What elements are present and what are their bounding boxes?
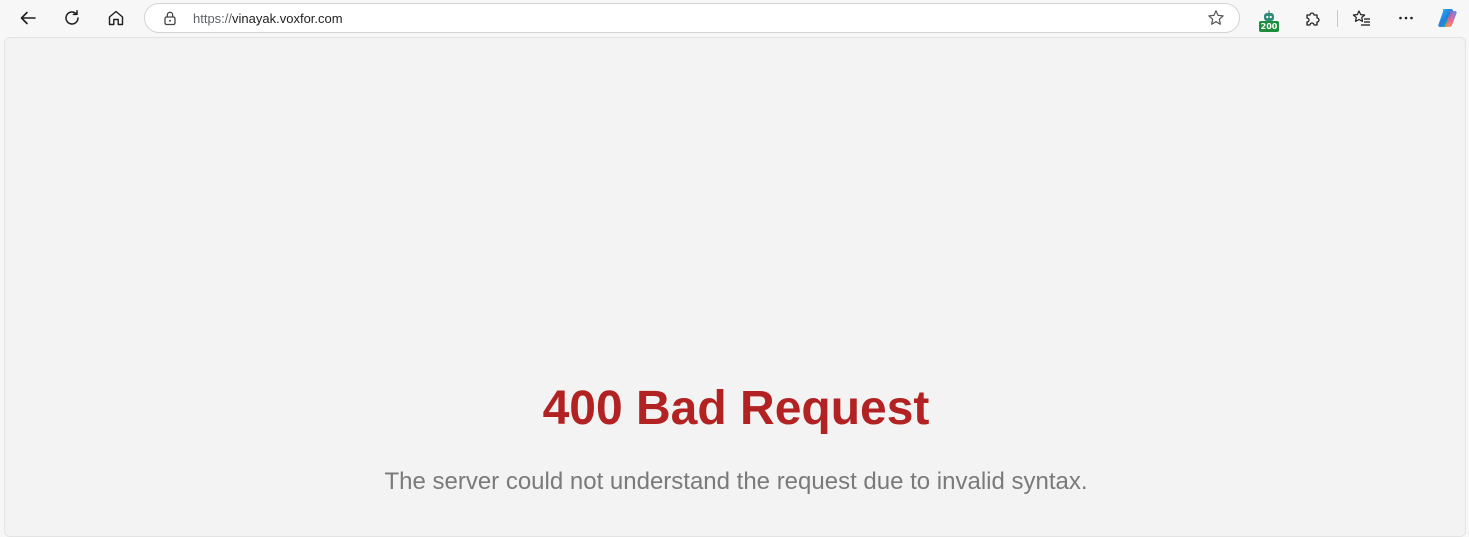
refresh-button[interactable] (57, 3, 87, 33)
favorites-list-icon (1352, 9, 1372, 27)
url-text[interactable]: https://vinayak.voxfor.com (193, 11, 343, 26)
error-title: 400 Bad Request (542, 382, 930, 435)
extensions-button[interactable] (1298, 3, 1328, 33)
browser-toolbar: https://vinayak.voxfor.com 200 (0, 0, 1469, 37)
url-protocol: https:// (193, 11, 233, 26)
favorites-button[interactable] (1347, 3, 1377, 33)
puzzle-icon (1304, 9, 1322, 27)
page-viewport: 400 Bad Request The server could not und… (4, 37, 1466, 537)
extension-badge: 200 (1259, 21, 1279, 32)
home-button[interactable] (101, 3, 131, 33)
copilot-icon (1436, 6, 1460, 30)
back-arrow-icon (19, 9, 37, 27)
url-host: vinayak.voxfor.com (232, 11, 343, 26)
toolbar-divider (1337, 10, 1338, 27)
lock-icon[interactable] (163, 10, 177, 31)
refresh-icon (63, 9, 81, 27)
home-icon (107, 9, 125, 27)
error-message: The server could not understand the requ… (384, 468, 1088, 495)
copilot-button[interactable] (1433, 3, 1463, 33)
address-bar[interactable]: https://vinayak.voxfor.com (144, 3, 1240, 33)
more-dots-icon (1397, 9, 1415, 27)
more-button[interactable] (1391, 3, 1421, 33)
back-button[interactable] (13, 3, 43, 33)
star-icon[interactable] (1207, 9, 1225, 32)
